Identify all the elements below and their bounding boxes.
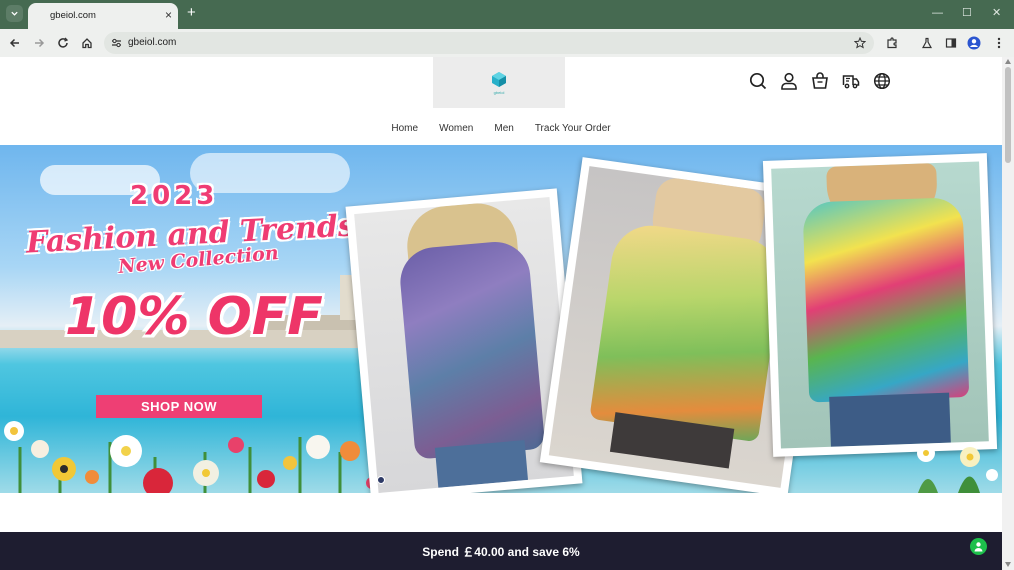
browser-menu-button[interactable] bbox=[990, 34, 1008, 52]
flowers-illustration bbox=[4, 421, 394, 493]
tab-search-button[interactable] bbox=[6, 5, 23, 22]
browser-toolbar: gbeiol.com bbox=[0, 29, 1014, 57]
reload-button[interactable] bbox=[54, 34, 72, 52]
promo-bar: Spend ￡40.00 and save 6% bbox=[0, 532, 1002, 570]
profile-avatar-icon bbox=[967, 36, 981, 50]
web-page: gbeiol Home Women Men Track Your Order 2… bbox=[0, 57, 1002, 570]
flask-icon bbox=[921, 37, 933, 49]
address-bar[interactable]: gbeiol.com bbox=[104, 32, 874, 54]
support-agent-icon bbox=[974, 542, 983, 552]
puzzle-icon bbox=[887, 37, 897, 49]
extensions-button[interactable] bbox=[883, 34, 901, 52]
minimize-button[interactable]: — bbox=[932, 6, 943, 20]
close-window-button[interactable]: ✕ bbox=[992, 6, 1001, 20]
bookmark-star-icon[interactable] bbox=[854, 37, 866, 49]
site-settings-icon[interactable] bbox=[111, 38, 122, 48]
account-icon[interactable] bbox=[779, 71, 799, 91]
side-panel-icon bbox=[945, 38, 957, 48]
maximize-button[interactable]: ☐ bbox=[962, 6, 972, 20]
track-order-icon[interactable] bbox=[841, 71, 861, 91]
tab-title: gbeiol.com bbox=[50, 10, 96, 21]
back-button[interactable] bbox=[6, 34, 24, 52]
promo-text: Spend ￡40.00 and save 6% bbox=[422, 544, 580, 559]
profile-button[interactable] bbox=[965, 34, 983, 52]
cart-icon[interactable] bbox=[810, 71, 830, 91]
labs-button[interactable] bbox=[918, 34, 936, 52]
site-logo[interactable]: gbeiol bbox=[433, 57, 565, 108]
slider-dot-active[interactable] bbox=[377, 476, 385, 484]
nav-track-order[interactable]: Track Your Order bbox=[535, 123, 611, 134]
scrollbar-thumb[interactable] bbox=[1005, 67, 1011, 163]
page-scrollbar[interactable] bbox=[1002, 57, 1014, 570]
back-arrow-icon bbox=[9, 38, 19, 48]
browser-tab[interactable]: gbeiol.com × bbox=[28, 3, 178, 29]
product-photo-3[interactable] bbox=[762, 153, 998, 457]
chevron-down-icon bbox=[11, 11, 18, 16]
new-tab-button[interactable]: + bbox=[187, 5, 196, 20]
language-globe-icon[interactable] bbox=[872, 71, 892, 91]
kebab-menu-icon bbox=[997, 37, 1001, 49]
search-icon[interactable] bbox=[748, 71, 768, 91]
banner-year: 2023 bbox=[130, 181, 219, 211]
banner-discount: 10% OFF bbox=[65, 287, 323, 347]
logo-text: gbeiol bbox=[493, 89, 505, 95]
home-icon bbox=[82, 38, 92, 49]
tab-strip: gbeiol.com × + — ☐ ✕ bbox=[0, 0, 1014, 29]
flowers-corner-illustration bbox=[917, 444, 998, 493]
side-panel-button[interactable] bbox=[942, 34, 960, 52]
nav-women[interactable]: Women bbox=[439, 123, 473, 134]
scroll-down-arrow-icon[interactable] bbox=[1005, 562, 1011, 567]
logo-cube-icon bbox=[492, 71, 506, 87]
forward-button[interactable] bbox=[30, 34, 48, 52]
hero-banner[interactable]: 2023 Fashion and Trends New Collection 1… bbox=[0, 145, 1002, 493]
nav-home[interactable]: Home bbox=[391, 123, 418, 134]
tab-close-icon[interactable]: × bbox=[165, 8, 172, 22]
url-text: gbeiol.com bbox=[128, 37, 177, 48]
home-button[interactable] bbox=[78, 34, 96, 52]
forward-arrow-icon bbox=[35, 38, 45, 48]
scroll-up-arrow-icon[interactable] bbox=[1005, 59, 1011, 64]
browser-window: gbeiol.com × + — ☐ ✕ gbeiol.com gbeiol H… bbox=[0, 0, 1014, 570]
reload-icon bbox=[58, 37, 69, 48]
nav-men[interactable]: Men bbox=[494, 123, 513, 134]
main-nav: Home Women Men Track Your Order bbox=[0, 123, 1002, 134]
chat-button[interactable] bbox=[970, 538, 987, 555]
